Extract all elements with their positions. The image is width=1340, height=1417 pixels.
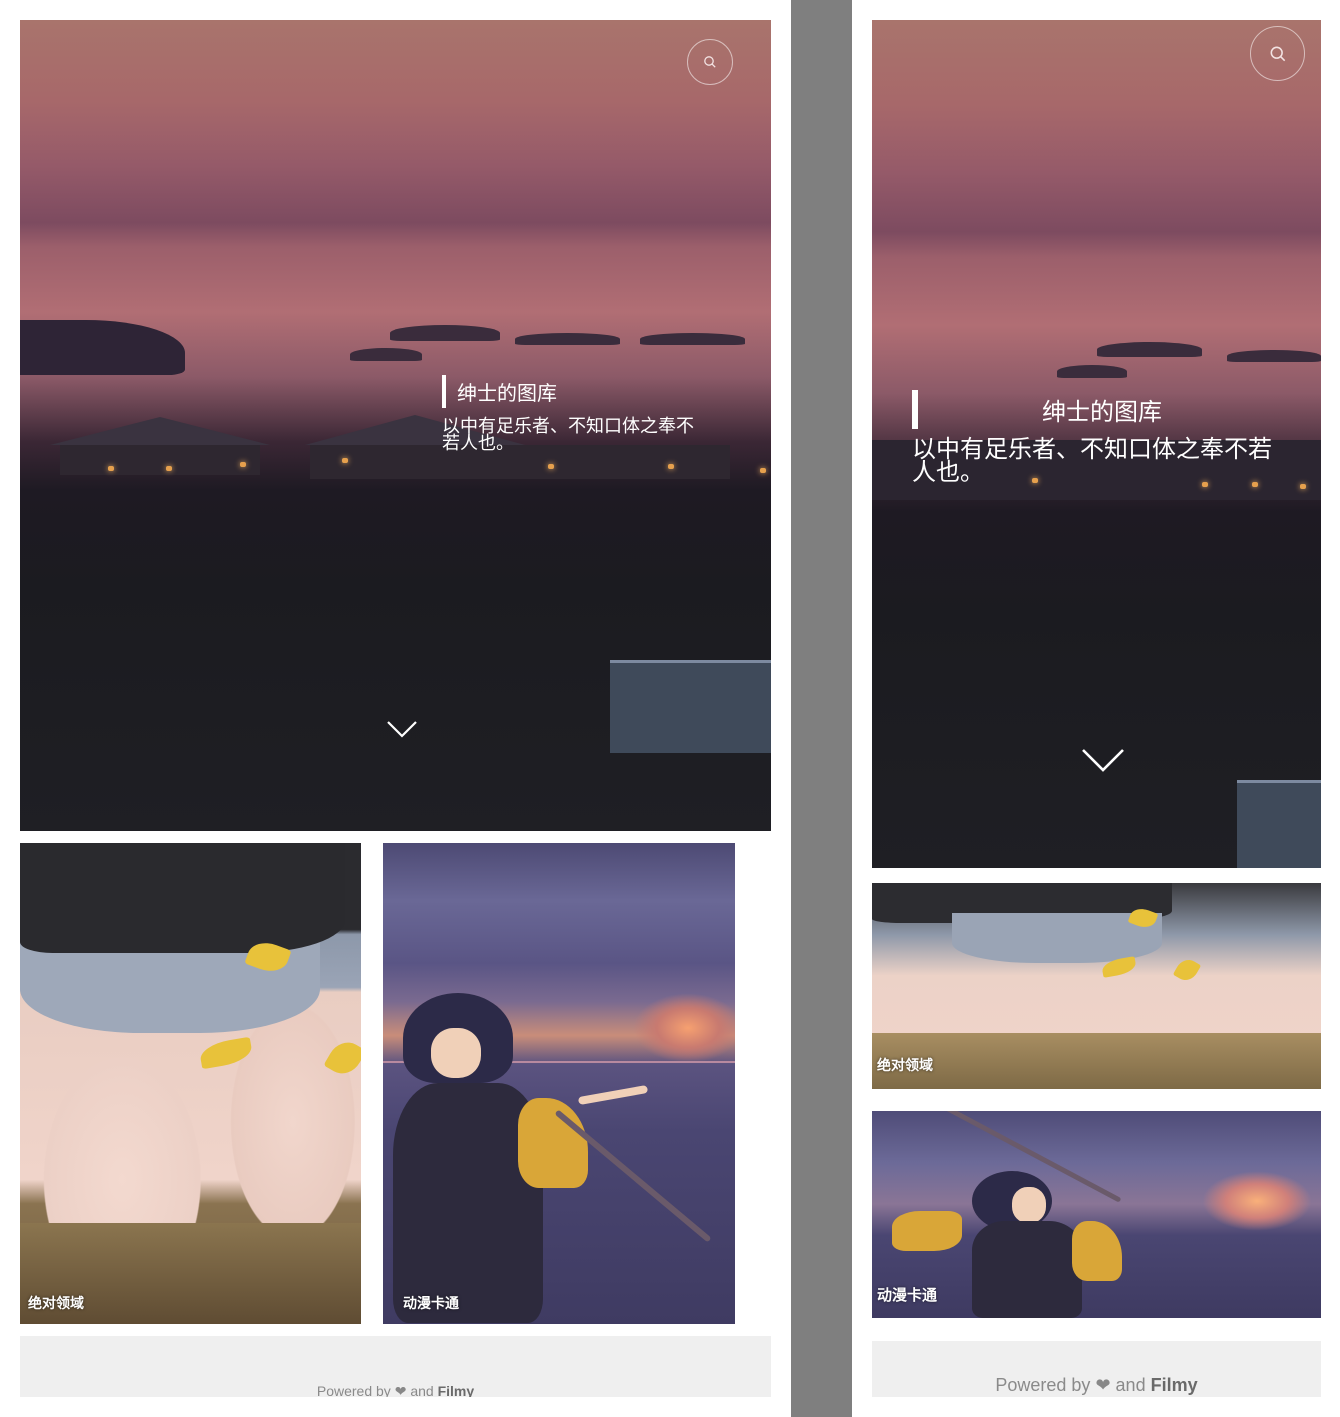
card-image-leaf xyxy=(323,1035,361,1081)
scenery-light xyxy=(166,466,172,471)
scenery-island xyxy=(515,333,620,345)
search-icon xyxy=(704,56,716,68)
gallery-card[interactable]: 动漫卡通 xyxy=(872,1111,1321,1318)
scenery-rooftop xyxy=(610,660,771,753)
scenery-house xyxy=(60,445,260,475)
card-image-leaf xyxy=(1172,955,1202,985)
scenery-light xyxy=(760,468,766,473)
card-image-character-face xyxy=(1012,1187,1046,1223)
scenery-light xyxy=(240,462,246,467)
card-image-character-body xyxy=(972,1221,1082,1318)
site-motto: 以中有足乐者、不知口体之奉不若人也。 xyxy=(442,416,694,455)
scenery-light xyxy=(342,458,348,463)
heart-icon: ❤ xyxy=(394,1383,407,1397)
heart-icon: ❤ xyxy=(1095,1375,1111,1395)
chevron-down-icon[interactable] xyxy=(1081,747,1125,773)
scenery-island xyxy=(1227,350,1321,362)
card-image-character-sleeve xyxy=(1072,1221,1122,1281)
footer-and: and xyxy=(1115,1375,1146,1395)
footer-credit: Powered by ❤ and Filmy xyxy=(20,1383,771,1397)
footer-credit: Powered by ❤ and Filmy xyxy=(872,1375,1321,1396)
gallery-card[interactable]: 动漫卡通 xyxy=(383,843,735,1324)
search-button[interactable] xyxy=(1250,26,1305,81)
card-image-character-sleeve xyxy=(518,1098,588,1188)
gallery-card[interactable]: 绝对领域 xyxy=(20,843,361,1324)
card-image-ground xyxy=(872,1033,1321,1089)
scenery-island xyxy=(350,348,422,361)
site-title: 绅士的图库 xyxy=(1042,398,1162,426)
card-label: 绝对领域 xyxy=(28,1296,84,1312)
title-accent-bar xyxy=(442,375,446,408)
footer-powered-by: Powered by xyxy=(316,1383,391,1397)
scenery-island xyxy=(20,320,185,375)
footer-brand-link[interactable]: Filmy xyxy=(438,1383,475,1397)
search-button[interactable] xyxy=(687,39,733,85)
footer-powered-by: Powered by xyxy=(995,1375,1091,1395)
scenery-light xyxy=(548,464,554,469)
card-image-leaf xyxy=(198,1036,254,1070)
footer-and: and xyxy=(410,1383,434,1397)
title-accent-bar xyxy=(912,390,918,429)
site-title: 绅士的图库 xyxy=(457,381,557,405)
card-label: 动漫卡通 xyxy=(403,1296,459,1312)
scenery-island xyxy=(390,325,500,341)
scenery-island xyxy=(1057,365,1127,378)
scenery-light xyxy=(108,466,114,471)
view-divider xyxy=(791,0,852,1417)
scenery-island xyxy=(640,333,745,345)
site-motto: 以中有足乐者、不知口体之奉不若人也。 xyxy=(912,435,1272,486)
card-image-character-face xyxy=(431,1028,481,1078)
card-label: 动漫卡通 xyxy=(877,1286,938,1304)
hero-banner: 绅士的图库 以中有足乐者、不知口体之奉不若人也。 xyxy=(872,20,1321,868)
card-image-character-arm xyxy=(577,1084,649,1106)
card-label: 绝对领域 xyxy=(877,1058,933,1074)
footer-brand-link[interactable]: Filmy xyxy=(1151,1375,1198,1395)
card-image-sunset xyxy=(633,993,735,1063)
gallery-card[interactable]: 绝对领域 xyxy=(872,883,1321,1089)
card-image-sunset xyxy=(1202,1171,1312,1231)
scenery-rooftop xyxy=(1237,780,1321,868)
scenery-light xyxy=(668,464,674,469)
scenery-roof xyxy=(50,417,270,445)
card-image-character-sleeve xyxy=(892,1211,962,1251)
footer: Powered by ❤ and Filmy xyxy=(20,1336,771,1397)
footer: Powered by ❤ and Filmy xyxy=(872,1341,1321,1397)
card-image-sweater xyxy=(20,843,345,953)
search-icon xyxy=(1270,46,1285,61)
scenery-light xyxy=(1300,484,1306,489)
chevron-down-icon[interactable] xyxy=(386,719,418,739)
hero-banner: 绅士的图库 以中有足乐者、不知口体之奉不若人也。 xyxy=(20,20,771,831)
scenery-island xyxy=(1097,342,1202,357)
